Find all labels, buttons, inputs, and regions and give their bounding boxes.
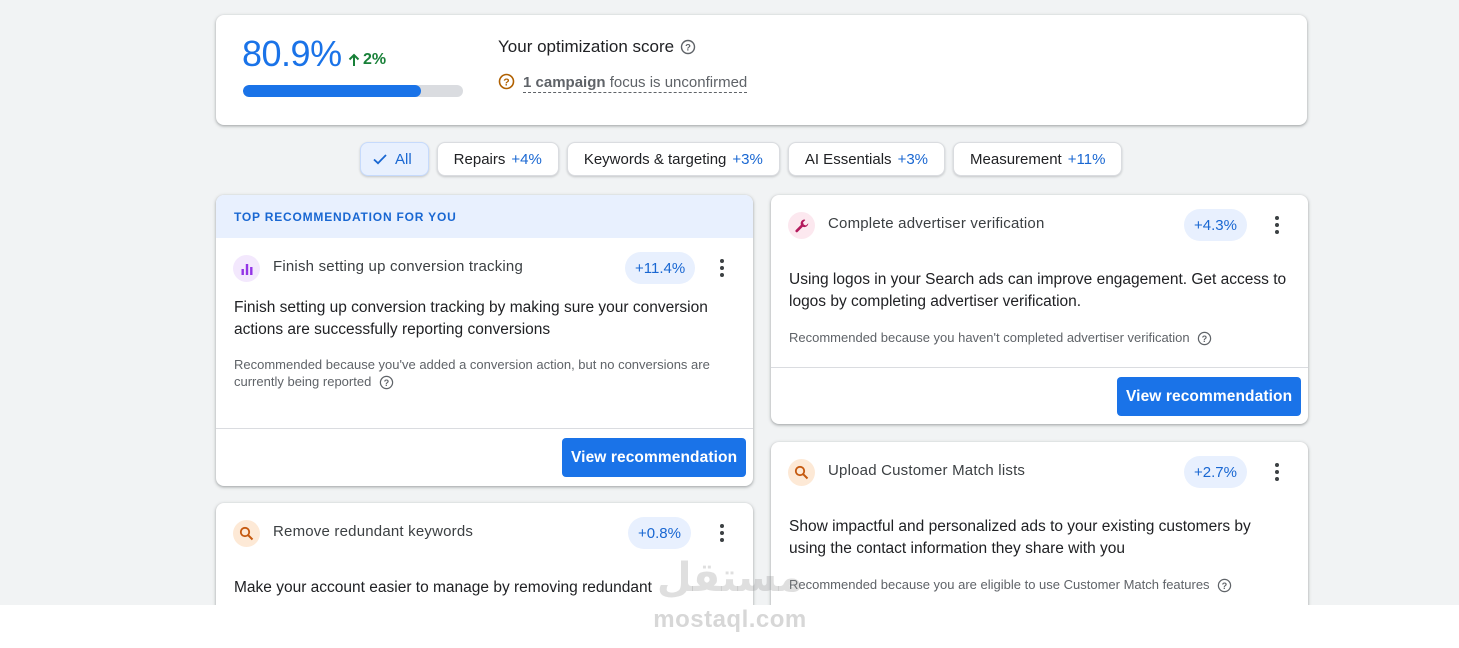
- recommendation-header: Finish setting up conversion tracking +1…: [216, 238, 753, 298]
- reason-text: Recommended because you are eligible to …: [789, 577, 1210, 592]
- uplift-badge: +2.7%: [1184, 456, 1247, 488]
- reason-text: Recommended because you haven't complete…: [789, 330, 1190, 345]
- help-icon[interactable]: ?: [1197, 331, 1212, 346]
- uplift-badge: +11.4%: [625, 252, 696, 284]
- recommendation-title: Remove redundant keywords: [273, 523, 474, 540]
- recommendation-reason: Recommended because you are eligible to …: [771, 576, 1308, 593]
- chip-repairs[interactable]: Repairs +4%: [436, 142, 559, 176]
- chip-pct: +4%: [511, 150, 542, 168]
- svg-text:?: ?: [1222, 581, 1227, 591]
- unconfirmed-notice[interactable]: ? 1 campaign focus is unconfirmed: [498, 73, 748, 94]
- chip-ai-essentials[interactable]: AI Essentials +3%: [787, 142, 946, 176]
- more-vert-icon[interactable]: [1265, 213, 1289, 237]
- chip-label: All: [395, 150, 412, 168]
- filter-chips: All Repairs +4% Keywords & targeting +3%…: [360, 142, 1123, 176]
- recommendation-reason: Recommended because you've added a conve…: [216, 356, 753, 390]
- chip-pct: +11%: [1067, 150, 1106, 168]
- chip-pct: +3%: [732, 150, 763, 168]
- score-value: 80.9%: [242, 33, 342, 74]
- score-delta: 2%: [347, 51, 386, 69]
- recommendation-description: Using logos in your Search ads can impro…: [789, 271, 1287, 310]
- more-vert-icon[interactable]: [1265, 460, 1289, 484]
- svg-text:?: ?: [685, 43, 691, 54]
- chip-label: Keywords & targeting: [583, 150, 727, 168]
- recommendation-reason: Recommended because you haven't complete…: [771, 329, 1308, 346]
- recommendation-card-advertiser-verification: Complete advertiser verification +4.3% U…: [771, 195, 1308, 424]
- more-vert-icon[interactable]: [710, 256, 734, 280]
- arrow-up-icon: [348, 53, 360, 66]
- check-icon: [373, 154, 387, 165]
- divider: [216, 428, 753, 429]
- recommendation-title: Finish setting up conversion tracking: [273, 258, 524, 275]
- recommendation-description: Finish setting up conversion tracking by…: [234, 299, 708, 338]
- recommendation-card-conversion-tracking: TOP RECOMMENDATION FOR YOU Finish settin…: [216, 195, 753, 486]
- page-background: 80.9% 2% Your optimization score ? ? 1 c…: [0, 0, 1459, 605]
- recommendation-header: Complete advertiser verification +4.3%: [771, 195, 1308, 255]
- chip-measurement[interactable]: Measurement +11%: [953, 142, 1123, 176]
- score-progress-bar: [243, 85, 463, 97]
- view-recommendation-button[interactable]: View recommendation: [1117, 377, 1302, 416]
- chip-label: AI Essentials: [804, 150, 892, 168]
- svg-text:?: ?: [503, 76, 509, 88]
- chip-keywords-targeting[interactable]: Keywords & targeting +3%: [566, 142, 780, 176]
- divider: [771, 367, 1308, 368]
- watermark-latin: mostaql.com: [653, 606, 807, 633]
- recommendation-header: Remove redundant keywords +0.8%: [216, 503, 753, 563]
- bar-chart-icon: [233, 255, 260, 282]
- optimization-score-card: 80.9% 2% Your optimization score ? ? 1 c…: [216, 15, 1307, 125]
- recommendation-description: Show impactful and personalized ads to y…: [789, 518, 1251, 557]
- top-recommendation-banner: TOP RECOMMENDATION FOR YOU: [216, 195, 753, 238]
- help-icon[interactable]: ?: [680, 39, 696, 55]
- unconfirmed-campaign-link[interactable]: 1 campaign focus is unconfirmed: [523, 74, 748, 93]
- recommendation-title: Complete advertiser verification: [828, 215, 1045, 232]
- view-recommendation-button[interactable]: View recommendation: [562, 438, 747, 477]
- watermark-arabic: مستقل: [656, 555, 804, 601]
- search-icon: [788, 459, 815, 486]
- score-delta-value: 2%: [363, 51, 387, 68]
- watermark: مستقل mostaql.com: [645, 555, 815, 635]
- reason-text: Recommended because you've added a conve…: [234, 357, 710, 389]
- svg-text:?: ?: [1202, 334, 1207, 344]
- uplift-badge: +0.8%: [628, 517, 691, 549]
- recommendation-card-customer-match: Upload Customer Match lists +2.7% Show i…: [771, 442, 1308, 605]
- more-vert-icon[interactable]: [710, 521, 734, 545]
- chip-label: Repairs: [453, 150, 506, 168]
- score-progress-fill: [243, 85, 421, 97]
- uplift-badge: +4.3%: [1184, 209, 1247, 241]
- help-icon[interactable]: ?: [379, 375, 394, 390]
- wrench-icon: [788, 212, 815, 239]
- score-title: Your optimization score ?: [498, 37, 696, 57]
- chip-label: Measurement: [970, 150, 1062, 168]
- chip-pct: +3%: [897, 150, 929, 168]
- search-icon: [233, 520, 260, 547]
- svg-text:?: ?: [384, 378, 389, 388]
- warning-question-icon: ?: [498, 73, 515, 94]
- score-title-text: Your optimization score: [498, 37, 675, 56]
- help-icon[interactable]: ?: [1217, 578, 1232, 593]
- recommendation-title: Upload Customer Match lists: [828, 462, 1026, 479]
- chip-all[interactable]: All: [360, 142, 429, 176]
- recommendation-header: Upload Customer Match lists +2.7%: [771, 442, 1308, 502]
